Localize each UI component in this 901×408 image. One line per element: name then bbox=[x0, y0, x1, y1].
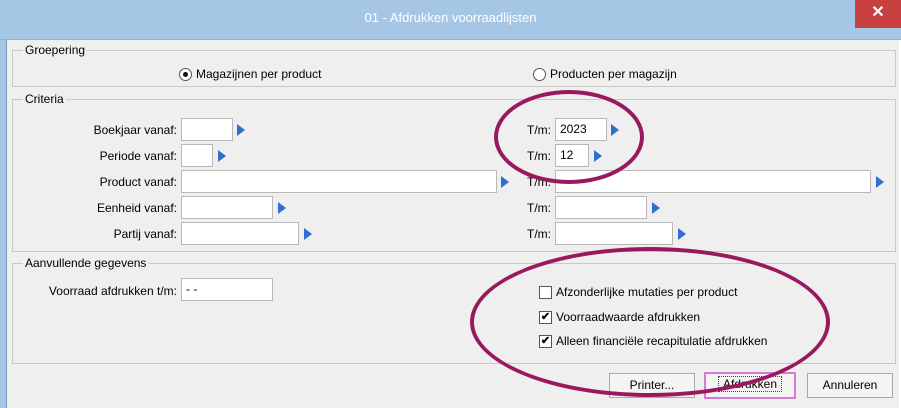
radio-label: Magazijnen per product bbox=[196, 67, 322, 81]
product-tm-input[interactable] bbox=[555, 170, 871, 193]
checkbox-label: Alleen financiële recapitulatie afdrukke… bbox=[556, 334, 768, 348]
periode-vanaf-label: Periode vanaf: bbox=[99, 149, 177, 163]
arrow-right-icon[interactable] bbox=[652, 202, 660, 214]
afdrukken-button-label: Afdrukken bbox=[717, 376, 783, 392]
boekjaar-vanaf-input[interactable] bbox=[181, 118, 233, 141]
radio-selected-icon bbox=[179, 67, 192, 81]
eenheid-tm-input[interactable] bbox=[555, 196, 647, 219]
arrow-right-icon[interactable] bbox=[876, 176, 884, 188]
criteria-legend: Criteria bbox=[25, 92, 64, 106]
partij-vanaf-label: Partij vanaf: bbox=[113, 227, 177, 241]
arrow-right-icon[interactable] bbox=[304, 228, 312, 240]
periode-tm-input[interactable]: 12 bbox=[555, 144, 589, 167]
voorraad-afdrukken-input[interactable]: - - bbox=[181, 278, 273, 301]
arrow-right-icon[interactable] bbox=[278, 202, 286, 214]
partij-tm-label: T/m: bbox=[527, 227, 551, 241]
checkmark-icon: ✔ bbox=[539, 334, 552, 348]
arrow-right-icon[interactable] bbox=[237, 124, 245, 136]
dialog-body: Groepering Magazijnen per product Produc… bbox=[6, 40, 899, 408]
annuleren-button[interactable]: Annuleren bbox=[807, 373, 893, 398]
partij-vanaf-input[interactable] bbox=[181, 222, 299, 245]
eenheid-vanaf-input[interactable] bbox=[181, 196, 273, 219]
groepering-group: Groepering bbox=[12, 43, 896, 87]
checkbox-alleen-financiele-recapitulatie[interactable]: ✔ Alleen financiële recapitulatie afdruk… bbox=[539, 334, 767, 348]
checkbox-label: Afzonderlijke mutaties per product bbox=[556, 285, 738, 299]
periode-vanaf-input[interactable] bbox=[181, 144, 213, 167]
title-bar: 01 - Afdrukken voorraadlijsten ✕ bbox=[0, 0, 901, 40]
arrow-right-icon[interactable] bbox=[218, 150, 226, 162]
window-title: 01 - Afdrukken voorraadlijsten bbox=[364, 10, 537, 25]
checkbox-afzonderlijke-mutaties[interactable]: Afzonderlijke mutaties per product bbox=[539, 285, 737, 299]
close-button[interactable]: ✕ bbox=[855, 0, 901, 28]
boekjaar-vanaf-label: Boekjaar vanaf: bbox=[93, 123, 177, 137]
periode-tm-label: T/m: bbox=[527, 149, 551, 163]
product-vanaf-label: Product vanaf: bbox=[99, 175, 177, 189]
checkmark-icon: ✔ bbox=[539, 310, 552, 324]
boekjaar-tm-input[interactable]: 2023 bbox=[555, 118, 607, 141]
voorraad-afdrukken-label: Voorraad afdrukken t/m: bbox=[48, 284, 177, 298]
radio-magazijnen-per-product[interactable]: Magazijnen per product bbox=[179, 67, 321, 81]
product-tm-label: T/m: bbox=[527, 175, 551, 189]
radio-producten-per-magazijn[interactable]: Producten per magazijn bbox=[533, 67, 677, 81]
checkbox-label: Voorraadwaarde afdrukken bbox=[556, 310, 701, 324]
groepering-legend: Groepering bbox=[25, 43, 86, 57]
radio-label: Producten per magazijn bbox=[550, 67, 677, 81]
arrow-right-icon[interactable] bbox=[678, 228, 686, 240]
product-vanaf-input[interactable] bbox=[181, 170, 497, 193]
printer-button[interactable]: Printer... bbox=[609, 373, 695, 398]
boekjaar-tm-label: T/m: bbox=[527, 123, 551, 137]
checkbox-unchecked-icon bbox=[539, 285, 552, 299]
partij-tm-input[interactable] bbox=[555, 222, 673, 245]
aanvullende-gegevens-legend: Aanvullende gegevens bbox=[25, 256, 147, 270]
eenheid-vanaf-label: Eenheid vanaf: bbox=[96, 201, 177, 215]
checkbox-voorraadwaarde-afdrukken[interactable]: ✔ Voorraadwaarde afdrukken bbox=[539, 310, 700, 324]
arrow-right-icon[interactable] bbox=[611, 124, 619, 136]
afdrukken-button[interactable]: Afdrukken bbox=[704, 372, 796, 399]
radio-unselected-icon bbox=[533, 67, 546, 81]
arrow-right-icon[interactable] bbox=[594, 150, 602, 162]
eenheid-tm-label: T/m: bbox=[527, 201, 551, 215]
